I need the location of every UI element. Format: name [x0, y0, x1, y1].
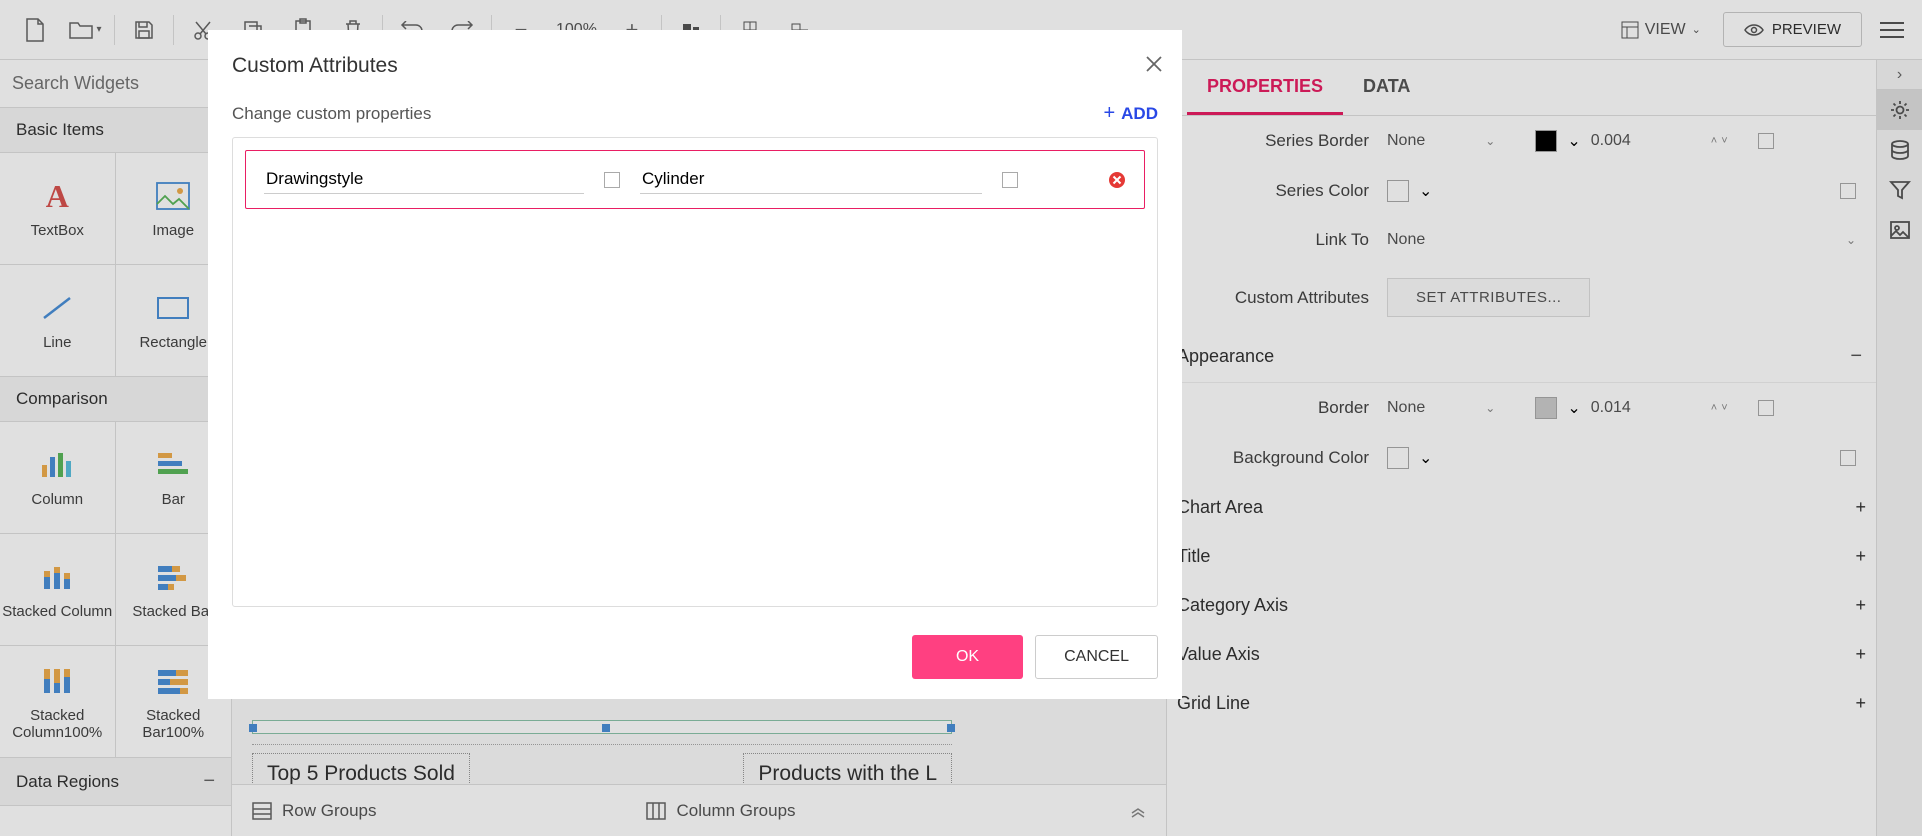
attribute-value-input[interactable]	[640, 165, 982, 194]
attribute-row	[245, 150, 1145, 209]
attribute-list	[232, 137, 1158, 607]
attribute-name-fx-checkbox[interactable]	[604, 172, 620, 188]
dialog-title: Custom Attributes	[208, 54, 1182, 102]
add-attribute-button[interactable]: + ADD	[1103, 102, 1158, 125]
dialog-close-button[interactable]	[1146, 56, 1162, 72]
attribute-value-fx-checkbox[interactable]	[1002, 172, 1018, 188]
dialog-subtitle: Change custom properties	[232, 104, 431, 124]
plus-icon: +	[1103, 102, 1115, 125]
cancel-button[interactable]: CANCEL	[1035, 635, 1158, 679]
custom-attributes-dialog: Custom Attributes Change custom properti…	[208, 30, 1182, 699]
ok-button[interactable]: OK	[912, 635, 1023, 679]
delete-attribute-button[interactable]	[1108, 171, 1126, 189]
attribute-name-input[interactable]	[264, 165, 584, 194]
